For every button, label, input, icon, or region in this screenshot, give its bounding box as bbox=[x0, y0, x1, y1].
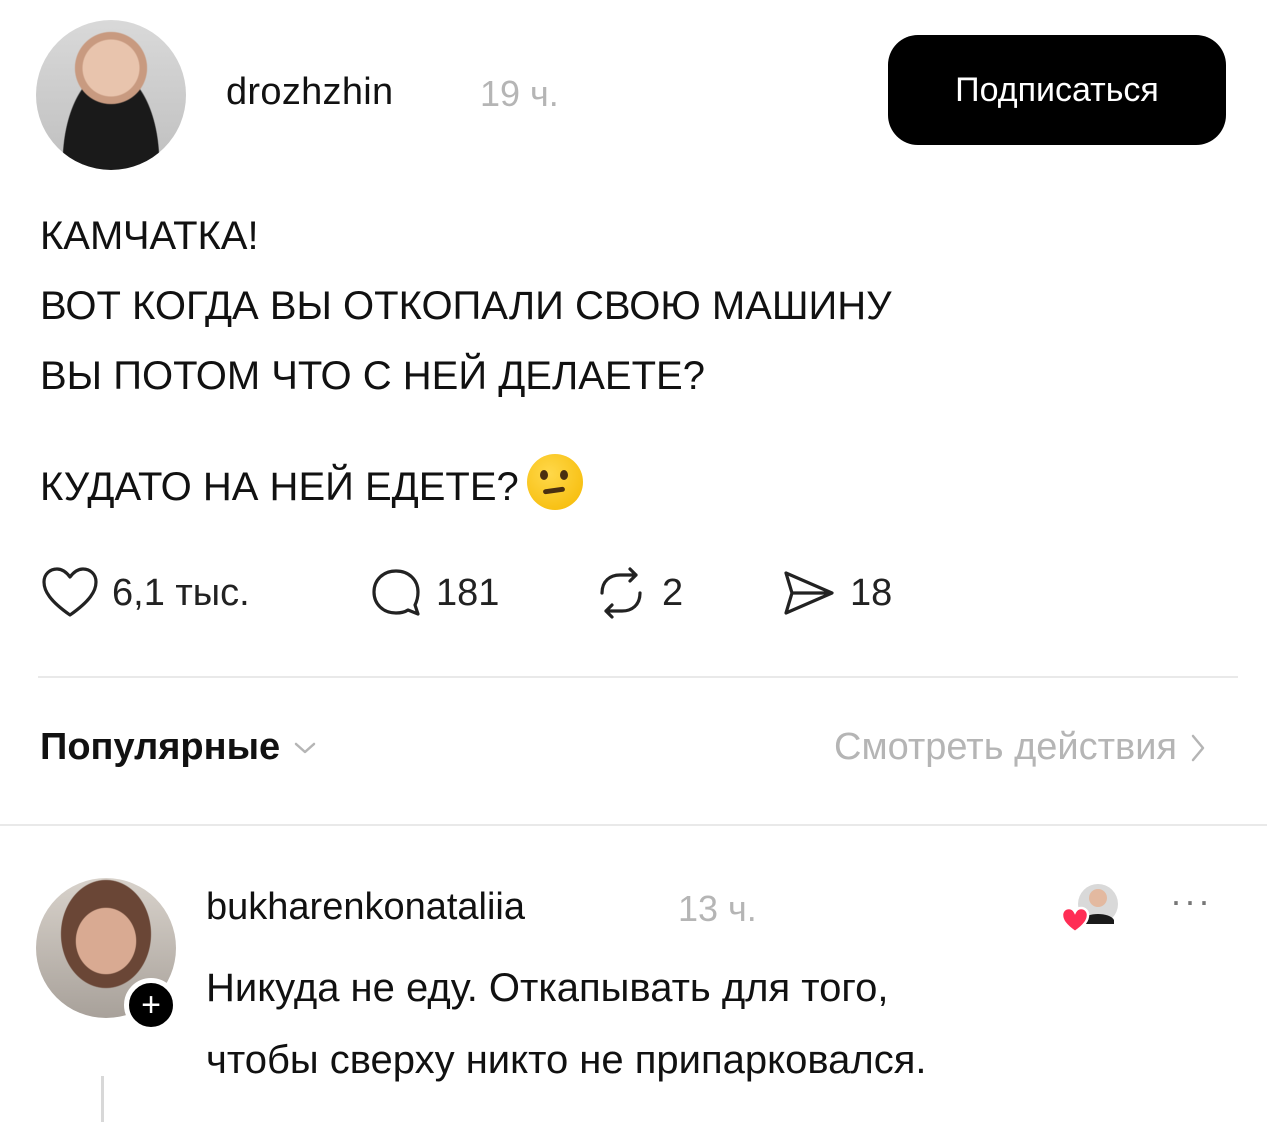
view-actions-link[interactable]: Смотреть действия bbox=[834, 726, 1209, 769]
chevron-right-icon bbox=[1191, 734, 1205, 761]
view-actions-label: Смотреть действия bbox=[834, 726, 1177, 768]
post-text-line: ВЫ ПОТОМ ЧТО С НЕЙ ДЕЛАЕТЕ? bbox=[40, 354, 705, 398]
repost-count: 2 bbox=[662, 571, 684, 614]
divider bbox=[0, 824, 1267, 826]
comment-text-line: Никуда не еду. Откапывать для того, bbox=[206, 966, 889, 1010]
comment-text-line: чтобы сверху никто не припарковался. bbox=[206, 1038, 927, 1082]
sort-dropdown[interactable]: Популярные bbox=[40, 726, 320, 769]
chevron-down-icon bbox=[294, 742, 316, 753]
reply-thread-line bbox=[101, 1076, 104, 1122]
author-avatar[interactable] bbox=[36, 20, 186, 170]
comment-timestamp: 13 ч. bbox=[678, 888, 757, 929]
like-count: 6,1 тыс. bbox=[112, 571, 250, 614]
follow-button[interactable]: Подписаться bbox=[888, 35, 1226, 145]
post-text-line: ВОТ КОГДА ВЫ ОТКОПАЛИ СВОЮ МАШИНУ bbox=[40, 284, 892, 328]
send-icon bbox=[784, 571, 834, 615]
commenter-username[interactable]: bukharenkonataliia bbox=[206, 886, 525, 929]
comment-action[interactable]: 181 bbox=[368, 565, 499, 621]
author-liked-icon bbox=[1058, 880, 1120, 942]
follow-plus-icon[interactable]: + bbox=[124, 978, 178, 1032]
divider bbox=[38, 676, 1238, 678]
comment-count: 181 bbox=[436, 571, 500, 614]
share-count: 18 bbox=[850, 571, 893, 614]
comment-bubble-icon bbox=[372, 569, 420, 616]
post-text-line: КУДАТО НА НЕЙ ЕДЕТЕ? bbox=[40, 465, 519, 509]
repost-action[interactable]: 2 bbox=[592, 565, 683, 621]
author-username[interactable]: drozhzhin bbox=[226, 71, 393, 114]
sort-label: Популярные bbox=[40, 726, 281, 768]
share-action[interactable]: 18 bbox=[780, 565, 892, 621]
like-action[interactable]: 6,1 тыс. bbox=[40, 565, 250, 621]
post-text-line: КАМЧАТКА! bbox=[40, 214, 259, 258]
post-text-last-line: КУДАТО НА НЕЙ ЕДЕТЕ? bbox=[40, 454, 583, 510]
repost-icon bbox=[600, 567, 642, 619]
heart-icon bbox=[42, 567, 98, 617]
post-timestamp: 19 ч. bbox=[480, 73, 559, 114]
thinking-face-icon bbox=[526, 454, 583, 510]
more-options-icon[interactable]: ··· bbox=[1170, 880, 1212, 922]
